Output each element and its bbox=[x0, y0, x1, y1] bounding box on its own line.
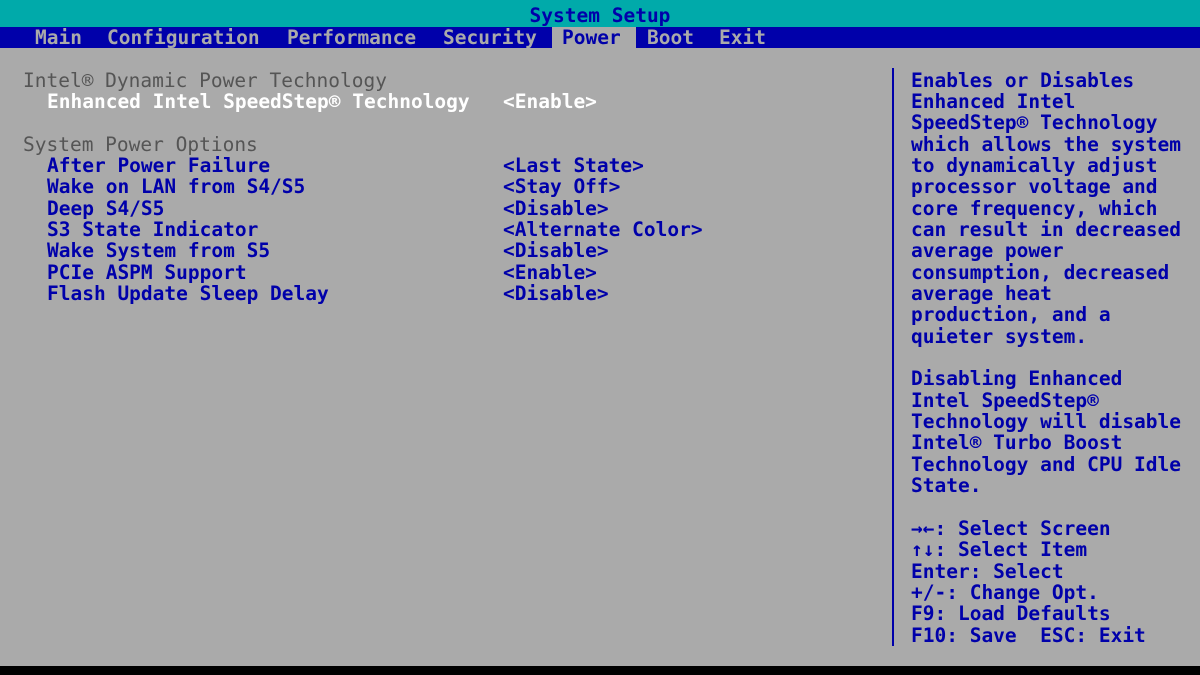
tab-exit[interactable]: Exit bbox=[709, 27, 776, 48]
help-text-line: core frequency, which bbox=[911, 197, 1158, 220]
setting-after-power-failure-label[interactable]: After Power Failure bbox=[47, 155, 270, 176]
key-hint-load-defaults: F9: Load Defaults bbox=[911, 602, 1111, 625]
tab-performance[interactable]: Performance bbox=[277, 27, 426, 48]
window-title: System Setup bbox=[0, 0, 1200, 27]
setting-after-power-failure-value[interactable]: <Last State> bbox=[503, 155, 644, 176]
setting-pcie-aspm-value[interactable]: <Enable> bbox=[503, 262, 597, 283]
help-text-line: production, and a bbox=[911, 303, 1111, 326]
setting-wake-on-lan-value[interactable]: <Stay Off> bbox=[503, 176, 620, 197]
help-text-line: which allows the system bbox=[911, 133, 1182, 156]
help-text-line: quieter system. bbox=[911, 325, 1088, 348]
setting-flash-update-sleep-delay-label[interactable]: Flash Update Sleep Delay bbox=[47, 283, 329, 304]
setting-pcie-aspm-label[interactable]: PCIe ASPM Support bbox=[47, 262, 247, 283]
help-note-line: Technology and CPU Idle bbox=[911, 453, 1182, 476]
setting-speedstep-label[interactable]: Enhanced Intel SpeedStep® Technology bbox=[47, 91, 470, 112]
help-note-line: Disabling Enhanced bbox=[911, 367, 1123, 390]
help-text-line: consumption, decreased bbox=[911, 261, 1170, 284]
key-hint-enter-select: Enter: Select bbox=[911, 560, 1064, 583]
menu-bar: Main Configuration Performance Security … bbox=[0, 27, 1200, 48]
help-text-line: SpeedStep® Technology bbox=[911, 111, 1158, 134]
key-hint-change-opt: +/-: Change Opt. bbox=[911, 581, 1099, 604]
help-text-line: average power bbox=[911, 239, 1064, 262]
setting-speedstep-value[interactable]: <Enable> bbox=[503, 91, 597, 112]
setting-s3-state-indicator-label[interactable]: S3 State Indicator bbox=[47, 219, 258, 240]
help-text-line: Enables or Disables bbox=[911, 69, 1135, 92]
setting-deep-s4s5-value[interactable]: <Disable> bbox=[503, 198, 609, 219]
tab-main[interactable]: Main bbox=[25, 27, 92, 48]
bottom-border bbox=[0, 666, 1200, 675]
help-text-line: to dynamically adjust bbox=[911, 154, 1158, 177]
tab-configuration[interactable]: Configuration bbox=[97, 27, 270, 48]
setting-flash-update-sleep-delay-value[interactable]: <Disable> bbox=[503, 283, 609, 304]
help-note-line: State. bbox=[911, 474, 982, 497]
key-hint-select-screen: →←: Select Screen bbox=[911, 517, 1111, 540]
tab-security[interactable]: Security bbox=[433, 27, 547, 48]
settings-panel: Intel® Dynamic Power Technology Enhanced… bbox=[0, 48, 1200, 666]
setting-wake-system-s5-value[interactable]: <Disable> bbox=[503, 240, 609, 261]
help-note-line: Intel® Turbo Boost bbox=[911, 431, 1123, 454]
setting-wake-system-s5-label[interactable]: Wake System from S5 bbox=[47, 240, 270, 261]
section-heading-power-options: System Power Options bbox=[23, 133, 258, 156]
tab-power[interactable]: Power bbox=[552, 27, 636, 48]
setting-wake-on-lan-label[interactable]: Wake on LAN from S4/S5 bbox=[47, 176, 305, 197]
setting-s3-state-indicator-value[interactable]: <Alternate Color> bbox=[503, 219, 703, 240]
key-hint-select-item: ↑↓: Select Item bbox=[911, 538, 1088, 561]
setting-deep-s4s5-label[interactable]: Deep S4/S5 bbox=[47, 198, 164, 219]
help-panel-divider bbox=[892, 68, 894, 646]
help-text-line: can result in decreased bbox=[911, 218, 1182, 241]
key-hint-save-exit: F10: Save ESC: Exit bbox=[911, 624, 1146, 647]
help-note-line: Technology will disable bbox=[911, 410, 1182, 433]
help-text-line: average heat bbox=[911, 282, 1052, 305]
help-text-line: processor voltage and bbox=[911, 175, 1158, 198]
help-note-line: Intel SpeedStep® bbox=[911, 389, 1099, 412]
tab-boot[interactable]: Boot bbox=[637, 27, 704, 48]
section-heading-dynamic-power: Intel® Dynamic Power Technology bbox=[23, 69, 387, 92]
help-text-line: Enhanced Intel bbox=[911, 90, 1076, 113]
